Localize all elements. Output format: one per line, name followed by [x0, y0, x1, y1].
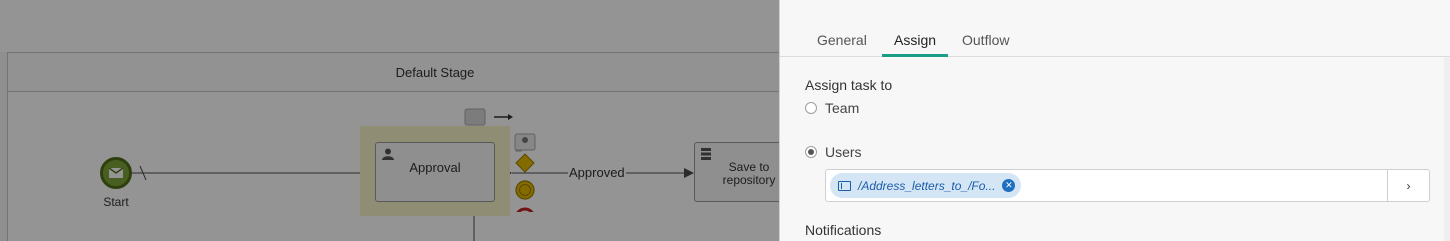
users-radio-label: Users: [825, 144, 862, 160]
notifications-heading: Notifications: [805, 222, 882, 238]
team-radio[interactable]: [805, 102, 817, 114]
remove-chip-icon[interactable]: ✕: [1002, 179, 1016, 192]
assign-task-to-heading: Assign task to: [805, 77, 893, 93]
properties-panel: General Assign Outflow Assign task to Te…: [779, 0, 1450, 241]
tab-general[interactable]: General: [805, 28, 879, 57]
user-chip-label: /Address_letters_to_/Fo...: [858, 178, 996, 193]
users-radio-option[interactable]: Users: [805, 144, 862, 160]
team-radio-label: Team: [825, 100, 860, 116]
group-icon: [838, 180, 851, 191]
browse-users-button[interactable]: ›: [1387, 170, 1429, 201]
users-picker-field[interactable]: /Address_letters_to_/Fo... ✕ ›: [825, 169, 1430, 202]
process-canvas[interactable]: Default Stage Start Approval Approved Sa…: [0, 0, 779, 241]
team-radio-option[interactable]: Team: [805, 100, 859, 116]
tab-assign[interactable]: Assign: [882, 28, 949, 57]
tab-outflow[interactable]: Outflow: [950, 28, 1021, 57]
users-radio[interactable]: [805, 146, 817, 158]
panel-tabs: General Assign Outflow: [780, 28, 1450, 57]
panel-scrollbar[interactable]: [1444, 57, 1450, 241]
user-chip[interactable]: /Address_letters_to_/Fo... ✕: [830, 173, 1022, 198]
chevron-right-icon: ›: [1406, 178, 1411, 193]
modal-overlay[interactable]: [0, 0, 779, 241]
